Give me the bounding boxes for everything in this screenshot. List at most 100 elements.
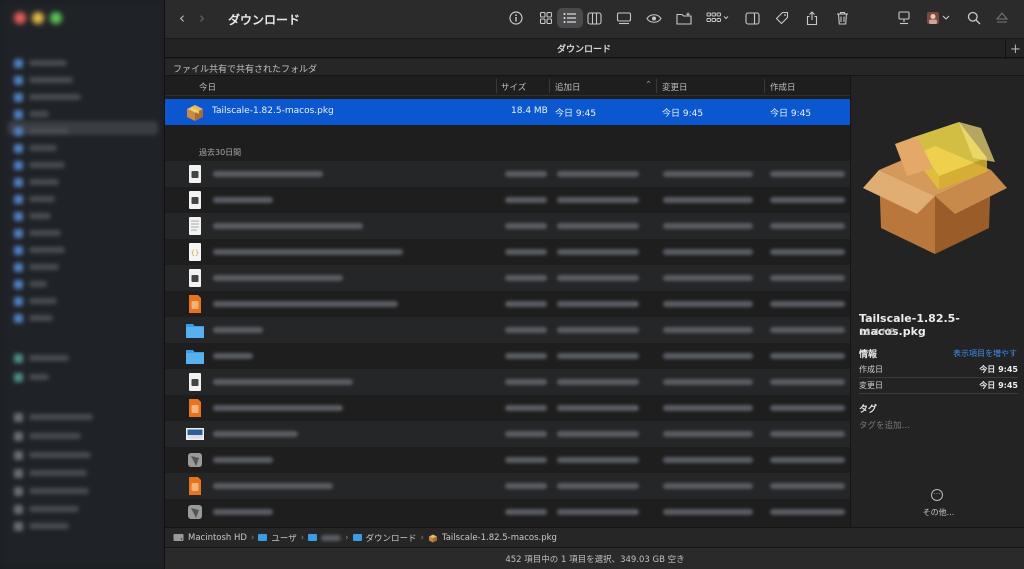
forward-button[interactable]: › — [199, 9, 205, 27]
eye-icon[interactable] — [643, 8, 665, 28]
sidebar — [0, 0, 165, 569]
eject-icon[interactable] — [991, 8, 1013, 28]
path-user-redacted[interactable] — [321, 534, 342, 541]
avatar[interactable] — [925, 8, 953, 28]
sidebar-item[interactable] — [14, 228, 61, 238]
file-created-redacted — [770, 431, 845, 437]
search-icon[interactable] — [963, 8, 985, 28]
path-disk[interactable]: Macintosh HD — [188, 533, 247, 543]
col-created[interactable]: 作成日 — [770, 81, 796, 93]
sidebar-item[interactable] — [14, 160, 65, 170]
minimize-icon[interactable] — [32, 12, 44, 24]
document-icon — [189, 269, 201, 287]
sidebar-item[interactable] — [14, 431, 81, 441]
trash-icon[interactable] — [831, 8, 853, 28]
other-button[interactable]: その他... — [851, 507, 1024, 518]
file-size-redacted — [505, 405, 547, 411]
sidebar-item[interactable] — [14, 262, 59, 272]
sidebar-item[interactable] — [14, 75, 73, 85]
path-users[interactable]: ユーザ — [271, 532, 296, 544]
tab-downloads[interactable]: ダウンロード — [165, 42, 1003, 55]
close-icon[interactable] — [14, 12, 26, 24]
network-icon[interactable] — [893, 8, 915, 28]
table-row[interactable] — [165, 213, 850, 239]
file-added-redacted — [557, 431, 639, 437]
icon-view-icon[interactable] — [535, 8, 557, 28]
sidebar-item[interactable] — [14, 468, 87, 478]
column-view-icon[interactable] — [583, 8, 605, 28]
text-file-icon — [189, 217, 201, 235]
col-size[interactable]: サイズ — [501, 81, 526, 93]
sidebar-item[interactable] — [14, 353, 69, 363]
file-created-redacted — [770, 353, 845, 359]
back-button[interactable]: ‹ — [179, 9, 185, 27]
file-added: 今日 9:45 — [555, 109, 597, 119]
sidebar-item[interactable] — [14, 194, 55, 204]
folder-icon — [186, 324, 204, 338]
table-row[interactable] — [165, 317, 850, 343]
sidebar-item[interactable] — [14, 521, 69, 531]
file-size-redacted — [505, 483, 547, 489]
gallery-view-icon[interactable] — [613, 8, 635, 28]
sidebar-item[interactable] — [14, 296, 57, 306]
document-icon — [189, 191, 201, 209]
share-icon[interactable] — [801, 8, 823, 28]
table-row[interactable] — [165, 447, 850, 473]
sidebar-item[interactable] — [14, 126, 69, 136]
add-tag-field[interactable]: タグを追加… — [859, 419, 910, 431]
window-controls[interactable] — [14, 12, 62, 24]
sidebar-item[interactable] — [14, 109, 49, 119]
group-by-icon[interactable] — [703, 8, 733, 28]
file-added-redacted — [557, 301, 639, 307]
sidebar-item[interactable] — [14, 245, 65, 255]
table-row[interactable]: {} — [165, 239, 850, 265]
package-preview-icon — [863, 122, 1007, 254]
table-row[interactable] — [165, 187, 850, 213]
new-tab-button[interactable]: + — [1005, 39, 1024, 59]
sidebar-item[interactable] — [14, 279, 47, 289]
table-row[interactable] — [165, 343, 850, 369]
list-view-icon[interactable] — [557, 8, 583, 28]
preview-modified-row: 変更日 今日 9:45 — [859, 380, 1018, 391]
svg-text:{}: {} — [191, 249, 199, 257]
col-modified[interactable]: 変更日 — [662, 81, 688, 93]
folder-icon — [308, 534, 318, 541]
show-more-link[interactable]: 表示項目を増やす — [953, 348, 1017, 359]
sidebar-toggle-icon[interactable] — [741, 8, 763, 28]
file-name-redacted — [213, 301, 398, 307]
sidebar-item[interactable] — [14, 313, 53, 323]
new-folder-icon[interactable] — [673, 8, 695, 28]
table-row[interactable] — [165, 369, 850, 395]
col-added[interactable]: 追加日 — [555, 81, 581, 93]
table-row[interactable] — [165, 161, 850, 187]
preview-pane: Tailscale-1.82.5-macos.pkg 18.4 MB 情報 表示… — [850, 76, 1024, 527]
path-separator: › — [420, 532, 424, 543]
path-file[interactable]: Tailscale-1.82.5-macos.pkg — [442, 533, 557, 543]
zoom-icon[interactable] — [50, 12, 62, 24]
table-row[interactable] — [165, 421, 850, 447]
sidebar-item[interactable] — [14, 412, 93, 422]
file-list[interactable]: 今日 サイズ 追加日 ⌃ 変更日 作成日 Tailscale-1.82.5-ma… — [165, 76, 850, 527]
more-icon[interactable]: ··· — [931, 489, 943, 501]
sidebar-item[interactable] — [14, 211, 51, 221]
status-bar: 452 項目中の 1 項目を選択、349.03 GB 空き — [165, 547, 1024, 569]
path-downloads[interactable]: ダウンロード — [366, 532, 417, 544]
table-row[interactable] — [165, 499, 850, 525]
table-row[interactable] — [165, 291, 850, 317]
sidebar-item[interactable] — [14, 372, 49, 382]
sidebar-item[interactable] — [14, 58, 67, 68]
table-row[interactable] — [165, 265, 850, 291]
info-icon[interactable] — [505, 8, 527, 28]
table-row-selected[interactable]: Tailscale-1.82.5-macos.pkg 18.4 MB 今日 9:… — [165, 99, 850, 125]
tag-icon[interactable] — [771, 8, 793, 28]
table-row[interactable] — [165, 395, 850, 421]
file-name-redacted — [213, 171, 323, 177]
table-row[interactable] — [165, 473, 850, 499]
sidebar-item[interactable] — [14, 486, 89, 496]
sidebar-item[interactable] — [14, 450, 91, 460]
sidebar-item[interactable] — [14, 504, 79, 514]
sidebar-item[interactable] — [14, 143, 57, 153]
col-name[interactable]: 今日 — [199, 81, 216, 93]
sidebar-item[interactable] — [14, 92, 81, 102]
sidebar-item[interactable] — [14, 177, 59, 187]
